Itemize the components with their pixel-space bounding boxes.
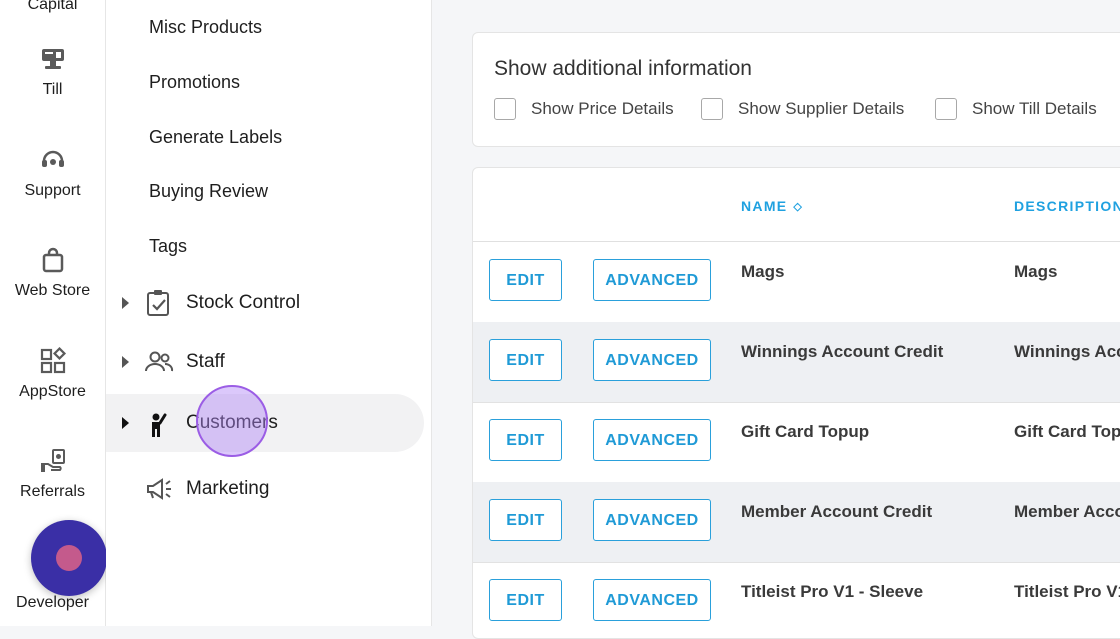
rail-item-label: Web Store	[14, 282, 91, 299]
rail-item-appstore[interactable]: AppStore	[0, 347, 105, 401]
product-description-cell: Mags	[1014, 262, 1058, 281]
menu-item-buying-review[interactable]: Buying Review	[149, 181, 268, 202]
product-description-cell: Titleist Pro V1 - Sleeve	[1014, 582, 1120, 601]
rail-item-label: Developer	[16, 594, 89, 611]
sort-icon[interactable]: ◇	[793, 200, 803, 213]
secondary-menu: Misc Products Promotions Generate Labels…	[106, 0, 432, 626]
edit-button[interactable]: EDIT	[489, 339, 562, 381]
menu-item-misc-products[interactable]: Misc Products	[149, 17, 262, 38]
advanced-button[interactable]: ADVANCED	[593, 339, 711, 381]
menu-item-promotions[interactable]: Promotions	[149, 72, 240, 93]
support-icon	[41, 150, 64, 167]
table-row: EDIT ADVANCED Mags Mags	[473, 242, 1120, 323]
edit-button[interactable]: EDIT	[489, 499, 562, 541]
menu-group-stock-control[interactable]: Stock Control	[106, 274, 424, 332]
checkbox-box[interactable]	[494, 98, 516, 120]
rail-item-label: Till	[42, 81, 63, 98]
caret-right-icon[interactable]	[122, 417, 129, 429]
advanced-button[interactable]: ADVANCED	[593, 499, 711, 541]
checkbox-box[interactable]	[935, 98, 957, 120]
rail-item-web-store[interactable]: Web Store	[0, 246, 105, 300]
cursor-highlight	[196, 385, 268, 457]
menu-group-staff[interactable]: Staff	[106, 333, 424, 391]
staff-icon	[145, 351, 174, 372]
product-description-cell: Winnings Account Credit	[1014, 342, 1120, 361]
edit-button[interactable]: EDIT	[489, 259, 562, 301]
checkbox-box[interactable]	[701, 98, 723, 120]
rail-item-label: AppStore	[19, 383, 86, 400]
till-icon	[41, 49, 64, 69]
menu-group-label: Marketing	[186, 478, 270, 499]
customers-icon	[152, 413, 167, 437]
additional-info-panel: Show additional information Show Price D…	[472, 32, 1120, 147]
table-row: EDIT ADVANCED Titleist Pro V1 - Sleeve T…	[473, 562, 1120, 638]
advanced-button[interactable]: ADVANCED	[593, 259, 711, 301]
caret-right-icon[interactable]	[122, 356, 129, 368]
developer-fab-button[interactable]	[31, 520, 107, 596]
rail-item-support[interactable]: Support	[0, 146, 105, 200]
stock-control-icon	[147, 290, 169, 316]
edit-button[interactable]: EDIT	[489, 419, 562, 461]
rail-item-developer[interactable]: Developer	[0, 594, 105, 612]
menu-group-marketing[interactable]: Marketing	[106, 460, 424, 518]
additional-info-title: Show additional information	[494, 57, 752, 80]
edit-button[interactable]: EDIT	[489, 579, 562, 621]
table-row: EDIT ADVANCED Member Account Credit Memb…	[473, 482, 1120, 563]
marketing-icon	[147, 478, 171, 500]
menu-group-label: Staff	[186, 351, 225, 372]
product-description-cell: Gift Card Topup	[1014, 422, 1120, 441]
column-header-name-label: NAME	[741, 198, 788, 214]
checkbox-label[interactable]: Show Supplier Details	[738, 99, 904, 119]
rail-item-label: Support	[24, 182, 81, 199]
rail-item-referrals[interactable]: Referrals	[0, 447, 105, 501]
rail-item-till[interactable]: Till	[0, 45, 105, 99]
rail-item-capital-label[interactable]: Capital	[0, 0, 105, 14]
referrals-icon	[40, 449, 65, 472]
web-store-icon	[42, 247, 63, 273]
menu-item-generate-labels[interactable]: Generate Labels	[149, 127, 282, 148]
product-name-cell: Mags	[741, 262, 785, 281]
column-header-description[interactable]: DESCRIPTION	[1014, 198, 1120, 214]
caret-right-icon[interactable]	[122, 297, 129, 309]
checkbox-label[interactable]: Show Till Details	[972, 99, 1097, 119]
checkbox-label[interactable]: Show Price Details	[531, 99, 674, 119]
menu-item-tags[interactable]: Tags	[149, 236, 187, 257]
products-table: NAME ◇ DESCRIPTION EDIT ADVANCED Mags Mag…	[472, 167, 1120, 639]
product-name-cell: Titleist Pro V1 - Sleeve	[741, 582, 924, 601]
product-name-cell: Member Account Credit	[741, 502, 933, 521]
product-description-cell: Member Account Credit	[1014, 502, 1120, 521]
product-name-cell: Gift Card Topup	[741, 422, 870, 441]
product-name-cell: Winnings Account Credit	[741, 342, 944, 361]
menu-group-label: Stock Control	[186, 292, 301, 313]
developer-icon	[56, 545, 82, 571]
advanced-button[interactable]: ADVANCED	[593, 419, 711, 461]
column-header-name[interactable]: NAME ◇	[741, 198, 803, 214]
table-row: EDIT ADVANCED Gift Card Topup Gift Card …	[473, 402, 1120, 483]
rail-item-label: Referrals	[20, 483, 85, 500]
advanced-button[interactable]: ADVANCED	[593, 579, 711, 621]
appstore-icon	[40, 347, 66, 374]
table-row: EDIT ADVANCED Winnings Account Credit Wi…	[473, 322, 1120, 403]
